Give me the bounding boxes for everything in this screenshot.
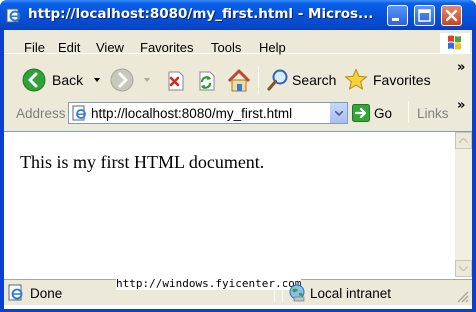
browser-frame: File Edit View Favorites Tools Help Back… — [4, 30, 472, 309]
forward-dropdown-icon — [144, 78, 150, 82]
stop-icon — [168, 71, 184, 91]
favorites-star-icon — [344, 68, 368, 91]
page-done-icon — [8, 284, 23, 301]
minimize-button[interactable] — [387, 5, 408, 26]
menu-bar: File Edit View Favorites Tools Help — [4, 30, 472, 55]
chevron-down-icon — [335, 111, 343, 116]
back-dropdown-icon[interactable] — [94, 78, 100, 82]
close-button[interactable] — [441, 5, 462, 26]
search-icon — [267, 69, 288, 91]
scroll-up-button[interactable] — [455, 132, 472, 149]
menu-view-label: View — [96, 40, 124, 55]
zone-text: Local intranet — [310, 286, 392, 301]
stop-button[interactable] — [164, 70, 186, 92]
search-button[interactable]: Search — [266, 68, 338, 94]
back-label: Back — [52, 72, 84, 88]
browser-window: http://localhost:8080/my_first.html - Mi… — [0, 0, 476, 312]
document-text: This is my first HTML document. — [20, 152, 265, 172]
scroll-down-button[interactable] — [455, 260, 472, 277]
menu-help[interactable]: Help — [259, 40, 286, 55]
chevron-up-icon — [459, 138, 468, 143]
ie-logo-icon — [6, 7, 22, 23]
standard-toolbar: Back Search Favorites » — [4, 60, 472, 98]
go-arrow-icon — [352, 104, 370, 122]
title-bar[interactable]: http://localhost:8080/my_first.html - Mi… — [0, 0, 476, 30]
forward-button[interactable] — [110, 68, 154, 94]
home-icon — [227, 69, 251, 92]
forward-arrow-icon — [110, 68, 134, 92]
search-label: Search — [292, 72, 337, 88]
resize-grip-icon[interactable] — [456, 290, 470, 304]
windows-logo-icon — [440, 33, 470, 53]
menu-view[interactable]: View — [96, 40, 124, 55]
menu-favorites[interactable]: Favorites — [140, 40, 193, 55]
status-bar: Done http://windows.fyicenter.com Local … — [4, 277, 472, 305]
minimize-icon — [392, 18, 399, 21]
menu-tools[interactable]: Tools — [211, 40, 241, 55]
maximize-button[interactable] — [414, 5, 435, 26]
chevron-down-icon — [459, 266, 468, 271]
menu-file[interactable]: File — [24, 40, 45, 55]
go-label: Go — [374, 106, 393, 121]
toolbar-separator — [258, 67, 259, 93]
status-separator — [274, 282, 275, 302]
back-button[interactable]: Back — [20, 68, 100, 94]
intranet-globe-icon — [289, 284, 305, 302]
menu-edit-label: Edit — [58, 40, 81, 55]
window-title: http://localhost:8080/my_first.html - Mi… — [28, 6, 374, 22]
toolbar-chevron-icon[interactable]: » — [457, 60, 465, 75]
address-label: Address — [16, 106, 66, 121]
address-input[interactable]: http://localhost:8080/my_first.html — [68, 102, 348, 124]
links-chevron-icon[interactable]: » — [457, 98, 465, 113]
address-dropdown-button[interactable] — [329, 103, 347, 123]
address-bar: Address http://localhost:8080/my_first.h… — [4, 98, 472, 126]
close-icon — [445, 9, 458, 22]
maximize-icon — [418, 9, 431, 22]
refresh-button[interactable] — [195, 70, 217, 92]
back-arrow-icon — [22, 68, 46, 92]
page-icon — [72, 105, 86, 121]
menu-file-label: File — [24, 40, 45, 55]
refresh-icon — [199, 71, 215, 91]
links-label[interactable]: Links — [417, 106, 449, 121]
menu-tools-label: Tools — [211, 40, 242, 55]
vertical-scrollbar[interactable] — [455, 132, 472, 277]
go-button[interactable]: Go — [352, 102, 398, 124]
status-text: Done — [30, 286, 63, 301]
address-separator — [408, 101, 409, 123]
menu-favorites-label: Favorites — [140, 40, 194, 55]
favorites-button[interactable]: Favorites — [344, 68, 436, 94]
menu-edit[interactable]: Edit — [58, 40, 80, 55]
status-separator — [282, 282, 283, 302]
favorites-label: Favorites — [373, 72, 431, 88]
menu-help-label: Help — [259, 40, 286, 55]
address-url: http://localhost:8080/my_first.html — [91, 106, 293, 121]
home-button[interactable] — [226, 68, 252, 94]
